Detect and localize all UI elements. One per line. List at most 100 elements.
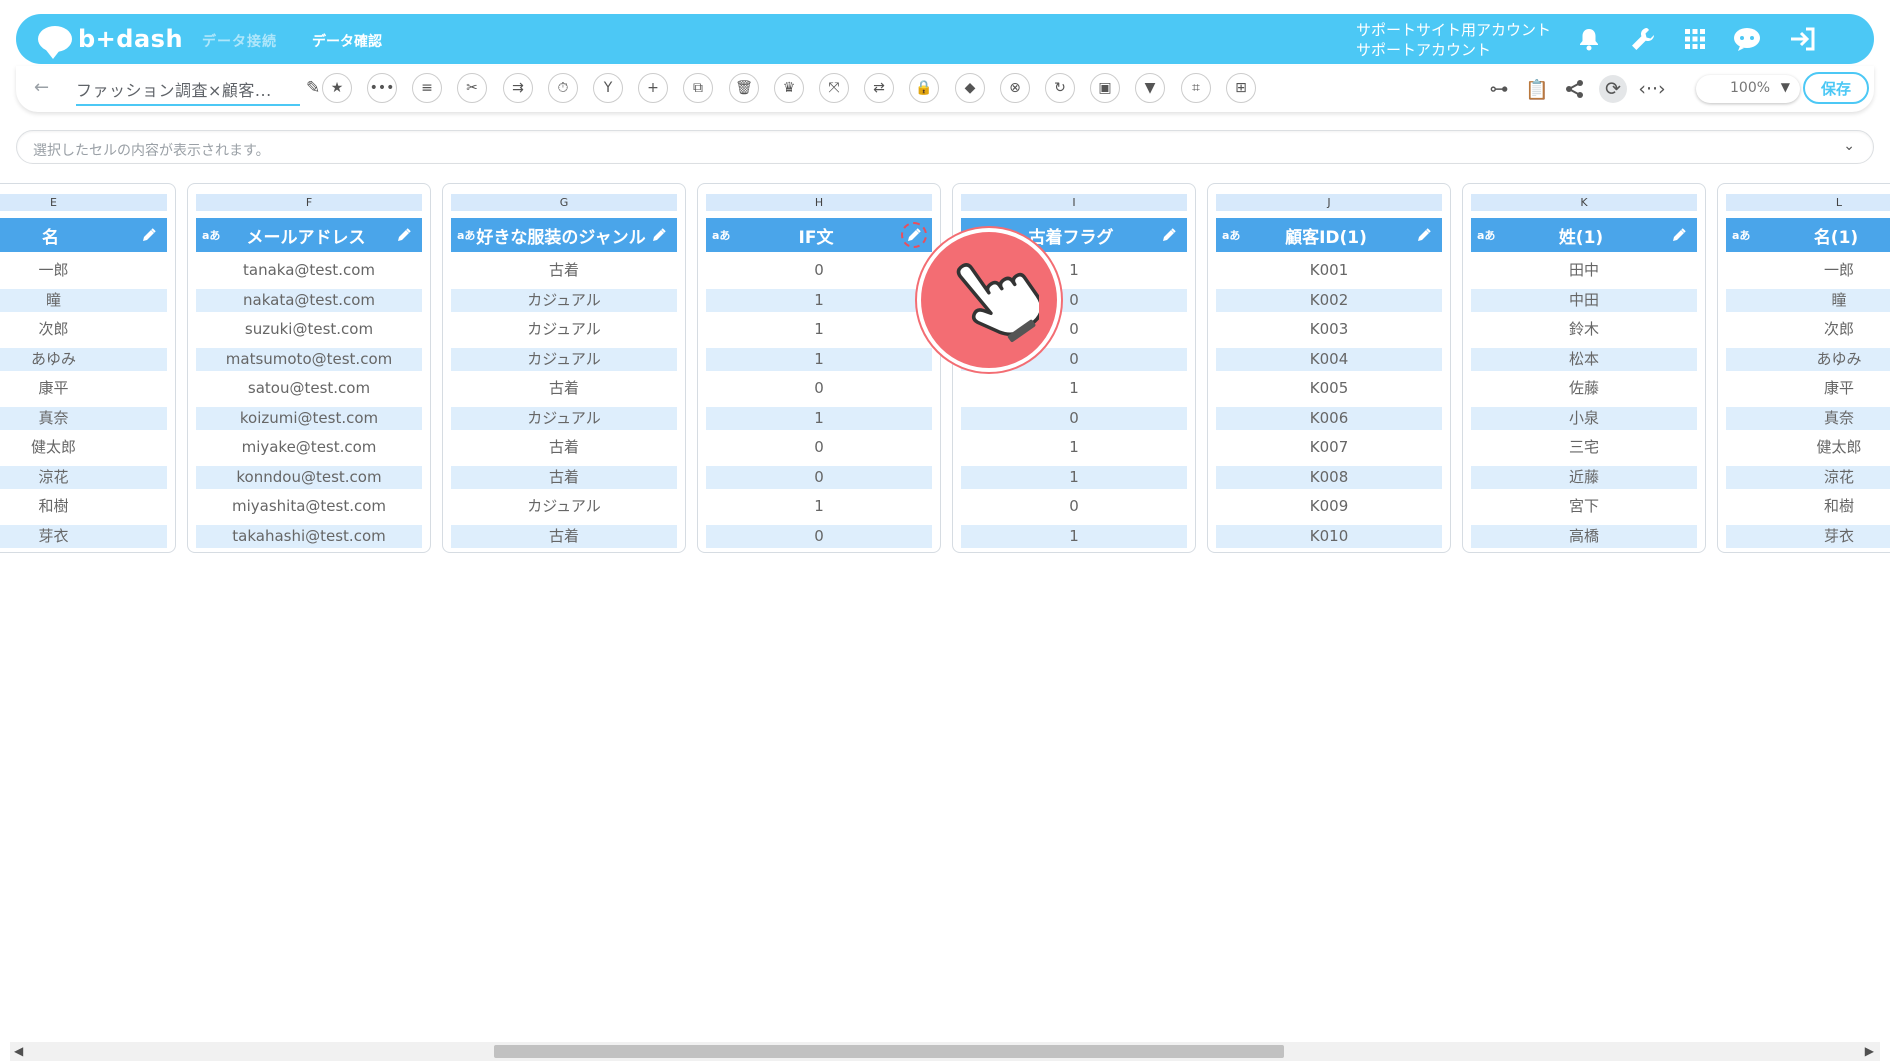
table-cell[interactable]: 三宅 xyxy=(1471,436,1697,459)
table-cell[interactable]: 高橋 xyxy=(1471,524,1697,548)
table-cell[interactable]: satou@test.com xyxy=(196,377,422,400)
table-cell[interactable]: miyashita@test.com xyxy=(196,495,422,518)
logo[interactable]: b+dash xyxy=(38,23,183,59)
table-cell[interactable]: 和樹 xyxy=(1726,495,1890,518)
table-cell[interactable]: あゆみ xyxy=(1726,347,1890,371)
table-cell[interactable]: 0 xyxy=(706,259,932,282)
table-cell[interactable]: konndou@test.com xyxy=(196,465,422,489)
chatbot-icon[interactable] xyxy=(1732,24,1762,54)
column-header[interactable]: aあ 姓(1) xyxy=(1471,218,1697,252)
table-cell[interactable]: K002 xyxy=(1216,288,1442,312)
table-cell[interactable]: カジュアル xyxy=(451,495,677,518)
save-button[interactable]: 保存 xyxy=(1803,72,1869,104)
code-icon[interactable]: ‹··› xyxy=(1638,75,1666,103)
clipboard-icon[interactable]: 📋 xyxy=(1523,75,1551,103)
table-cell[interactable]: 古着 xyxy=(451,259,677,282)
swap-icon[interactable]: ⇄ xyxy=(864,73,894,103)
list-icon[interactable]: ≡ xyxy=(412,73,442,103)
cancel-icon[interactable]: ⊗ xyxy=(1000,73,1030,103)
account-info[interactable]: サポートサイト用アカウント サポートアカウント xyxy=(1356,20,1551,60)
package-icon[interactable]: ◆ xyxy=(955,73,985,103)
table-cell[interactable]: 涼花 xyxy=(0,465,167,489)
table-cell[interactable]: 0 xyxy=(706,524,932,548)
pivot-icon[interactable]: ⌗ xyxy=(1181,73,1211,103)
table-cell[interactable]: 康平 xyxy=(1726,377,1890,400)
table-cell[interactable]: 涼花 xyxy=(1726,465,1890,489)
column-letter[interactable]: F xyxy=(196,194,422,211)
apps-grid-icon[interactable] xyxy=(1680,24,1710,54)
table-cell[interactable]: 0 xyxy=(706,465,932,489)
table-cell[interactable]: 芽衣 xyxy=(0,524,167,548)
table-cell[interactable]: 瞳 xyxy=(1726,288,1890,312)
scissors-icon[interactable]: ✂ xyxy=(457,73,487,103)
lock-icon[interactable]: 🔒 xyxy=(909,73,939,103)
more-icon[interactable]: ••• xyxy=(367,73,397,103)
nav-data-connect[interactable]: データ接続 xyxy=(202,31,277,51)
table-cell[interactable]: カジュアル xyxy=(451,288,677,312)
table-cell[interactable]: 松本 xyxy=(1471,347,1697,371)
zoom-select[interactable]: 100% ▼ xyxy=(1696,75,1800,103)
table-cell[interactable]: 1 xyxy=(706,288,932,312)
edit-pencil-icon[interactable] xyxy=(1156,222,1182,248)
table-cell[interactable]: 康平 xyxy=(0,377,167,400)
table-cell[interactable]: 健太郎 xyxy=(1726,436,1890,459)
column-letter[interactable]: E xyxy=(0,194,167,211)
column-header[interactable]: aあ 顧客ID(1) xyxy=(1216,218,1442,252)
column-letter[interactable]: I xyxy=(961,194,1187,211)
table-cell[interactable]: K003 xyxy=(1216,318,1442,341)
table-cell[interactable]: matsumoto@test.com xyxy=(196,347,422,371)
table-cell[interactable]: nakata@test.com xyxy=(196,288,422,312)
chevron-down-icon[interactable]: ⌄ xyxy=(1843,138,1855,154)
column-header[interactable]: aあ IF文 xyxy=(706,218,932,252)
column-letter[interactable]: G xyxy=(451,194,677,211)
table-cell[interactable]: 0 xyxy=(706,377,932,400)
column-letter[interactable]: J xyxy=(1216,194,1442,211)
table-cell[interactable]: 小泉 xyxy=(1471,406,1697,430)
filter-icon[interactable]: ▼ xyxy=(1135,73,1165,103)
column-letter[interactable]: H xyxy=(706,194,932,211)
table-cell[interactable]: 1 xyxy=(961,524,1187,548)
column-header[interactable]: aあ 名(1) xyxy=(1726,218,1890,252)
table-cell[interactable]: koizumi@test.com xyxy=(196,406,422,430)
table-cell[interactable]: 宮下 xyxy=(1471,495,1697,518)
edit-pencil-icon[interactable] xyxy=(901,222,927,248)
expand-icon[interactable]: ⤧ xyxy=(819,73,849,103)
table-cell[interactable]: tanaka@test.com xyxy=(196,259,422,282)
table-cell[interactable]: 古着 xyxy=(451,465,677,489)
trash-icon[interactable]: 🗑 xyxy=(729,73,759,103)
table-cell[interactable]: 1 xyxy=(961,377,1187,400)
table-cell[interactable]: 鈴木 xyxy=(1471,318,1697,341)
column-letter[interactable]: K xyxy=(1471,194,1697,211)
table-cell[interactable]: 1 xyxy=(961,465,1187,489)
table-cell[interactable]: 0 xyxy=(961,495,1187,518)
flow-icon[interactable]: ⊶ xyxy=(1485,75,1513,103)
bell-icon[interactable] xyxy=(1574,24,1604,54)
merge-icon[interactable]: ⇉ xyxy=(503,73,533,103)
edit-pencil-icon[interactable] xyxy=(1411,222,1437,248)
branch-icon[interactable]: Y xyxy=(593,73,623,103)
table-cell[interactable]: 古着 xyxy=(451,377,677,400)
copy-icon[interactable]: ⧉ xyxy=(683,73,713,103)
column-header[interactable]: aあ メールアドレス xyxy=(196,218,422,252)
table-cell[interactable]: takahashi@test.com xyxy=(196,524,422,548)
cell-content-bar[interactable]: 選択したセルの内容が表示されます。 ⌄ xyxy=(16,130,1874,164)
file-name-field[interactable]: ファッション調査×顧客... xyxy=(76,77,300,106)
table-cell[interactable]: K007 xyxy=(1216,436,1442,459)
table-cell[interactable]: 田中 xyxy=(1471,259,1697,282)
table-cell[interactable]: K009 xyxy=(1216,495,1442,518)
scroll-right-icon[interactable]: ▶ xyxy=(1865,1044,1874,1058)
back-arrow-icon[interactable]: ← xyxy=(34,77,49,98)
frame-icon[interactable]: ▣ xyxy=(1090,73,1120,103)
table-cell[interactable]: K004 xyxy=(1216,347,1442,371)
table-cell[interactable]: 健太郎 xyxy=(0,436,167,459)
edit-pencil-icon[interactable] xyxy=(646,222,672,248)
table-cell[interactable]: 古着 xyxy=(451,436,677,459)
table-cell[interactable]: 1 xyxy=(706,347,932,371)
rename-pencil-icon[interactable]: ✎ xyxy=(306,78,320,98)
table-cell[interactable]: 中田 xyxy=(1471,288,1697,312)
share-icon[interactable] xyxy=(1561,75,1589,103)
column-header[interactable]: aあ 好きな服装のジャンル xyxy=(451,218,677,252)
horizontal-scrollbar[interactable]: ◀ ▶ xyxy=(10,1042,1880,1061)
column-header[interactable]: 名 xyxy=(0,218,167,252)
table-cell[interactable]: 1 xyxy=(961,436,1187,459)
